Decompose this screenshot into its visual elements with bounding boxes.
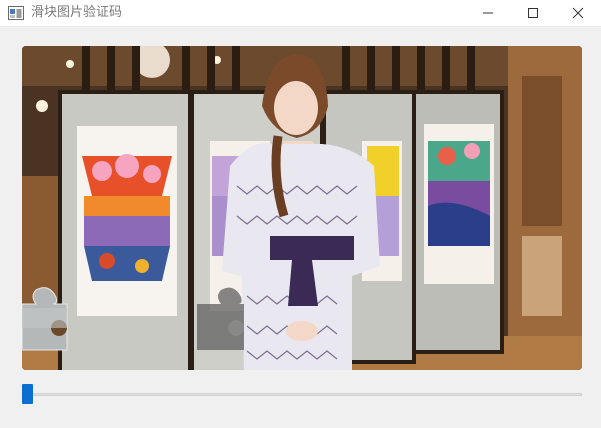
app-window-icon [8,5,24,20]
captcha-image [22,46,582,370]
captcha-photo [22,46,582,370]
maximize-button[interactable] [510,0,556,26]
maximize-icon [528,8,538,18]
close-icon [572,7,584,19]
minimize-button[interactable] [465,0,511,26]
slider-track[interactable] [22,393,582,396]
slider-handle[interactable] [22,384,33,404]
close-button[interactable] [555,0,601,26]
window-title: 滑块图片验证码 [31,5,123,20]
minimize-icon [483,12,493,14]
title-bar: 滑块图片验证码 [0,0,601,27]
